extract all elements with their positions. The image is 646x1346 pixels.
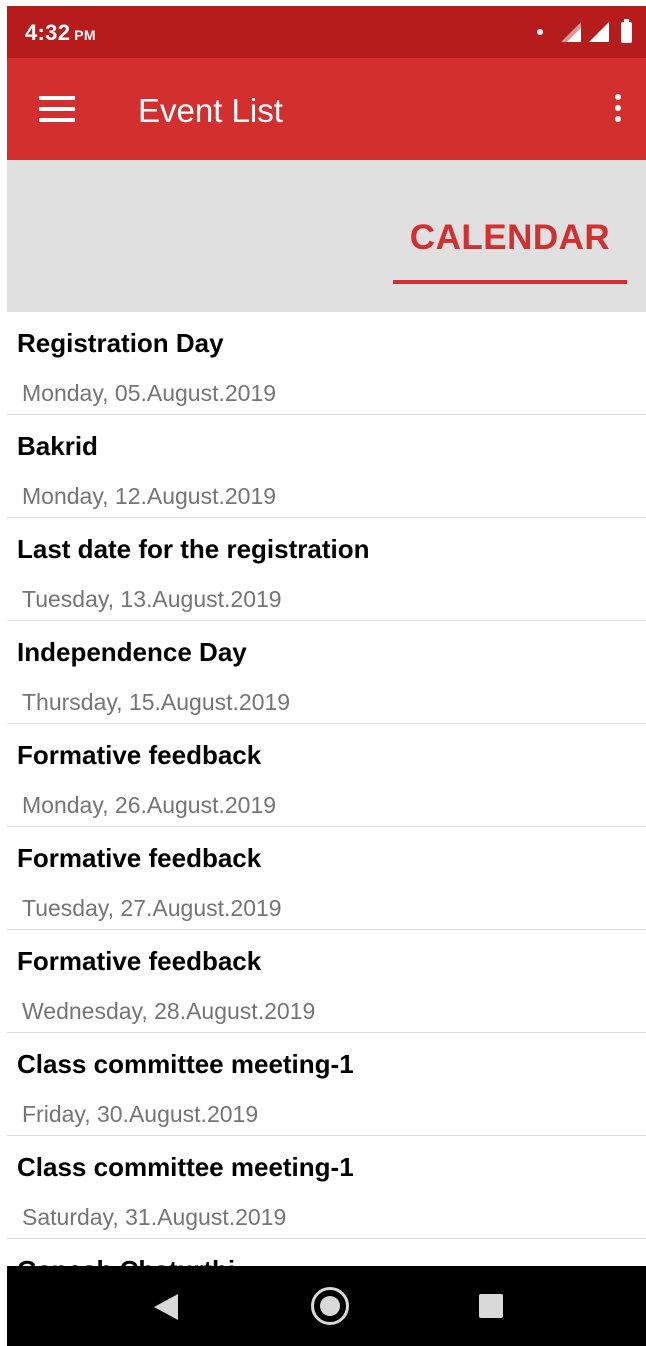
home-circle-icon[interactable] [311, 1287, 349, 1325]
event-list[interactable]: Registration Day Monday, 05.August.2019 … [7, 312, 646, 1266]
status-time: 4:32 PM [25, 20, 96, 46]
list-item[interactable]: Registration Day Monday, 05.August.2019 [7, 312, 646, 415]
list-item[interactable]: Class committee meeting-1 Friday, 30.Aug… [7, 1033, 646, 1136]
back-triangle-icon[interactable] [154, 1294, 178, 1320]
list-item[interactable]: Last date for the registration Tuesday, … [7, 518, 646, 621]
tab-calendar-label: CALENDAR [409, 218, 611, 257]
list-item[interactable]: Formative feedback Monday, 26.August.201… [7, 724, 646, 827]
status-bar: 4:32 PM [7, 6, 646, 58]
status-time-value: 4:32 [25, 20, 71, 45]
event-date: Monday, 26.August.2019 [22, 792, 277, 818]
event-date: Friday, 30.August.2019 [22, 1101, 259, 1127]
event-date: Tuesday, 13.August.2019 [22, 586, 282, 612]
list-item[interactable]: Formative feedback Wednesday, 28.August.… [7, 930, 646, 1033]
list-item[interactable]: Ganesh Chaturthi [7, 1239, 646, 1266]
event-title: Independence Day [17, 637, 247, 667]
event-title: Formative feedback [17, 843, 262, 873]
event-title: Registration Day [17, 328, 224, 358]
event-title: Last date for the registration [17, 534, 370, 564]
system-nav-bar [7, 1266, 646, 1346]
tab-calendar[interactable]: CALENDAR [393, 206, 627, 284]
event-title: Ganesh Chaturthi [17, 1255, 235, 1266]
tab-selected-indicator [393, 280, 627, 284]
recents-square-icon[interactable] [479, 1294, 503, 1318]
notification-dot-icon [537, 29, 543, 35]
status-time-ampm: PM [74, 27, 96, 43]
list-item[interactable]: Class committee meeting-1 Saturday, 31.A… [7, 1136, 646, 1239]
event-date: Tuesday, 27.August.2019 [22, 895, 282, 921]
hamburger-menu-icon[interactable] [39, 96, 75, 122]
app-frame: 4:32 PM Event List CALENDAR Registration… [7, 6, 646, 1346]
event-date: Wednesday, 28.August.2019 [22, 998, 316, 1024]
event-title: Formative feedback [17, 740, 262, 770]
list-item[interactable]: Formative feedback Tuesday, 27.August.20… [7, 827, 646, 930]
event-title: Class committee meeting-1 [17, 1152, 354, 1182]
event-date: Monday, 05.August.2019 [22, 380, 277, 406]
list-item[interactable]: Independence Day Thursday, 15.August.201… [7, 621, 646, 724]
battery-icon [621, 18, 632, 43]
event-date: Monday, 12.August.2019 [22, 483, 277, 509]
event-date: Saturday, 31.August.2019 [22, 1204, 287, 1230]
app-bar: Event List [7, 58, 646, 160]
event-title: Class committee meeting-1 [17, 1049, 354, 1079]
more-vert-icon[interactable] [614, 94, 622, 124]
page-title: Event List [138, 92, 283, 129]
wifi-signal-icon [561, 22, 581, 42]
event-date: Thursday, 15.August.2019 [22, 689, 291, 715]
status-icons [537, 18, 632, 44]
tab-strip: CALENDAR [7, 160, 646, 312]
cell-signal-icon [589, 22, 609, 42]
list-item[interactable]: Bakrid Monday, 12.August.2019 [7, 415, 646, 518]
event-title: Formative feedback [17, 946, 262, 976]
event-title: Bakrid [17, 431, 98, 461]
